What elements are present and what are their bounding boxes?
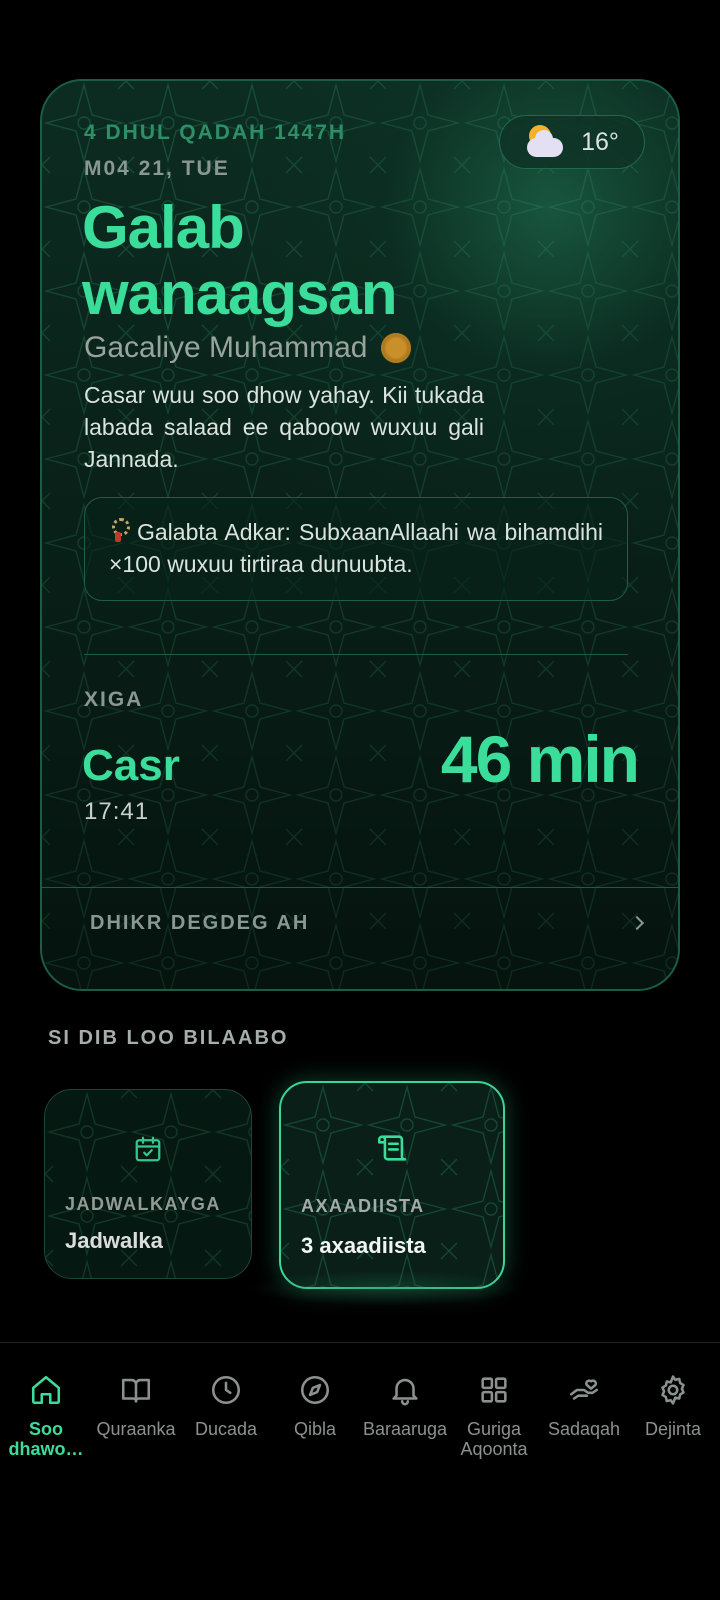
grid-icon [481,1377,507,1403]
card-value: 3 axaadiista [301,1233,426,1258]
card-label: AXAADIISTA [301,1196,425,1216]
user-name: Gacaliye Muhammad [84,331,368,364]
nav-label: Guriga Aqoonta [460,1419,528,1459]
next-prayer-time: 17:41 [84,798,150,825]
card-label: JADWALKAYGA [65,1194,221,1214]
calendar-check-icon [135,1136,161,1162]
temperature: 16° [581,127,619,156]
nav-label: Soo dhawo… [8,1419,84,1459]
nav-item-quran[interactable]: Quraanka [92,1373,180,1439]
continue-card-schedule[interactable]: JADWALKAYGA Jadwalka [44,1089,252,1279]
prayer-countdown: 46 min [440,722,640,796]
nav-label: Dejinta [644,1419,702,1439]
hand-heart-icon [569,1379,599,1400]
next-prayer-name: Casr [82,741,180,790]
badge-icon [381,333,412,363]
card-glow [246,1270,526,1306]
greeting-card: 4 DHUL QADAH 1447H M04 21, TUE Galab wan… [40,79,680,991]
greeting-title: Galab wanaagsan [82,194,397,327]
nav-item-sadaqah[interactable]: Sadaqah [540,1373,628,1439]
nav-item-home[interactable]: Soo dhawo… [2,1373,90,1459]
user-greeting: Gacaliye Muhammad [84,331,412,365]
divider [84,654,628,655]
nav-item-knowledge[interactable]: Guriga Aqoonta [450,1373,538,1459]
nav-label: Sadaqah [547,1419,621,1439]
book-icon [121,1378,151,1403]
greeting-line-2: wanaagsan [82,260,397,327]
nav-item-dua[interactable]: Ducada [182,1373,270,1439]
quick-dhikr-label: DHIKR DEGDEG AH [90,911,310,934]
partly-cloudy-icon [525,125,564,159]
nav-label: Quraanka [96,1419,176,1439]
gear-icon [661,1375,685,1405]
home-icon [31,1375,61,1405]
clock-icon [211,1375,241,1405]
nav-label: Qibla [293,1419,337,1439]
nav-item-settings[interactable]: Dejinta [629,1373,717,1439]
hijri-date: 4 DHUL QADAH 1447H [84,121,347,144]
chevron-right-icon [629,915,645,931]
section-title: SI DIB LOO BILAABO [48,1027,289,1049]
next-prayer-label: XIGA [84,688,144,711]
quick-dhikr-button[interactable]: DHIKR DEGDEG AH [42,888,678,958]
bottom-nav: Soo dhawo… Quraanka Ducada Qibla Baraaru… [0,1342,720,1600]
scroll-icon [377,1135,407,1161]
compass-icon [300,1375,330,1405]
adkar-tip[interactable]: Galabta Adkar: SubxaanAllaahi wa bihamdi… [84,497,628,601]
weather-chip[interactable]: 16° [499,115,645,169]
nav-item-qibla[interactable]: Qibla [271,1373,359,1439]
greeting-line-1: Galab [82,194,245,261]
continue-card-hadith[interactable]: AXAADIISTA 3 axaadiista [279,1081,505,1289]
prayer-beads-icon [109,518,130,544]
bell-icon [392,1378,418,1406]
gregorian-date: M04 21, TUE [84,157,230,180]
adkar-text: Galabta Adkar: SubxaanAllaahi wa bihamdi… [109,519,603,577]
card-value: Jadwalka [65,1228,163,1253]
nav-label: Baraaruga [362,1419,448,1439]
reminder-message: Casar wuu soo dhow yahay. Kii tukada lab… [84,382,484,472]
nav-item-alerts[interactable]: Baraaruga [361,1373,449,1439]
nav-label: Ducada [194,1419,258,1439]
